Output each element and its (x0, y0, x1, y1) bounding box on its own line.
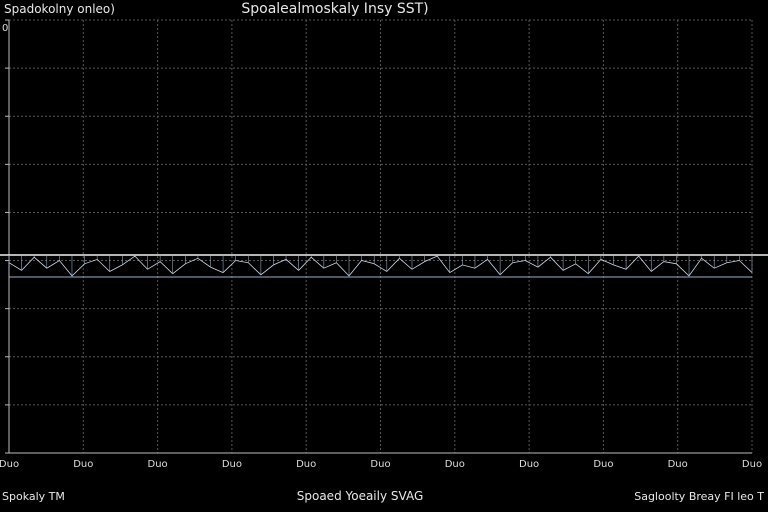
chart-title: Spoalealmoskaly Insy SST) (241, 1, 428, 17)
chart-svg: Duo Duo Duo Duo Duo Duo Duo Duo Duo Duo Duo 0 Spado… (0, 0, 768, 512)
top-left-label: Spadokolny onleo) (4, 2, 115, 16)
x-tick-label: Duo (222, 459, 242, 470)
x-axis-label: Spoaed Yoeaily SVAG (297, 489, 424, 503)
x-tick-label: Duo (73, 459, 93, 470)
x-tick-label: Duo (668, 459, 688, 470)
plot-background (0, 0, 768, 512)
x-tick-label: Duo (370, 459, 390, 470)
x-tick-label: Duo (519, 459, 539, 470)
x-tick-label: Duo (742, 459, 762, 470)
x-tick-label: Duo (0, 459, 19, 470)
y-tick-label: 0 (2, 23, 8, 34)
x-tick-label: Duo (296, 459, 316, 470)
x-tick-label: Duo (148, 459, 168, 470)
bottom-right-label: Sagloolty Breay FI leo T (634, 490, 764, 503)
x-tick-label: Duo (593, 459, 613, 470)
x-tick-label: Duo (445, 459, 465, 470)
bottom-left-label: Spokaly TM (2, 490, 65, 503)
